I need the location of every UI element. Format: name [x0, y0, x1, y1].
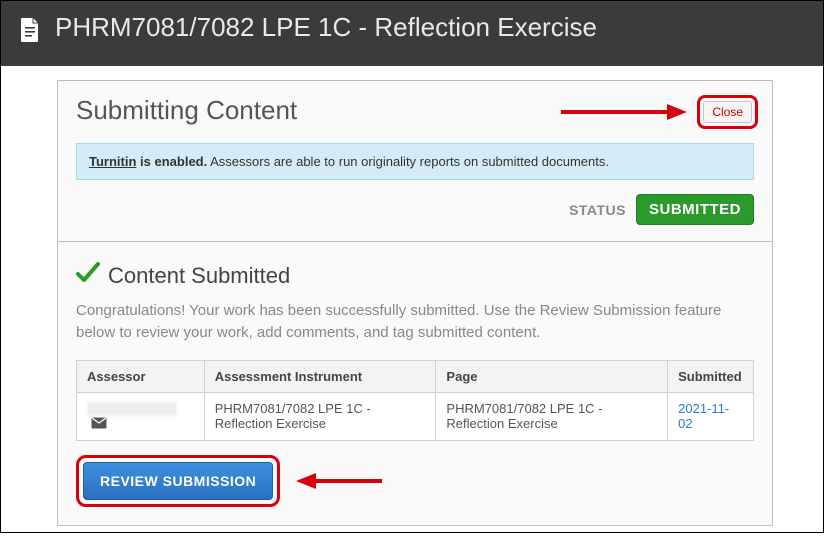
content-submitted-heading: Content Submitted: [76, 262, 754, 290]
table-header-row: Assessor Assessment Instrument Page Subm…: [77, 360, 754, 392]
review-button-highlight: REVIEW SUBMISSION: [76, 455, 280, 507]
submitting-content-panel: Submitting Content Close Turnitin is ena…: [57, 80, 773, 526]
cell-page: PHRM7081/7082 LPE 1C - Reflection Exerci…: [436, 392, 668, 441]
status-label: STATUS: [569, 202, 626, 218]
panel-header-row: Submitting Content Close: [58, 81, 772, 143]
col-page: Page: [436, 360, 668, 392]
review-row: REVIEW SUBMISSION: [76, 455, 754, 507]
col-assessor: Assessor: [77, 360, 205, 392]
table-row: PHRM7081/7082 LPE 1C - Reflection Exerci…: [77, 392, 754, 441]
body-area: Submitting Content Close Turnitin is ena…: [1, 66, 823, 532]
content-submitted-text: Content Submitted: [108, 263, 290, 289]
mail-icon[interactable]: [91, 417, 107, 432]
turnitin-rest-text: Assessors are able to run originality re…: [207, 154, 609, 169]
close-button[interactable]: Close: [703, 101, 752, 123]
status-badge: SUBMITTED: [636, 194, 754, 225]
annotation-arrow-close: [559, 99, 689, 125]
document-icon: [19, 17, 41, 48]
turnitin-link[interactable]: Turnitin: [89, 154, 136, 169]
status-row: STATUS SUBMITTED: [58, 194, 772, 241]
panel-heading: Submitting Content: [76, 95, 297, 126]
congratulations-text: Congratulations! Your work has been succ…: [76, 300, 754, 344]
col-submitted: Submitted: [668, 360, 754, 392]
turnitin-info-bar: Turnitin is enabled. Assessors are able …: [76, 143, 754, 180]
check-icon: [76, 262, 100, 290]
page-header: PHRM7081/7082 LPE 1C - Reflection Exerci…: [1, 1, 823, 66]
submitted-date-link[interactable]: 2021-11-02: [678, 401, 729, 431]
annotation-arrow-review: [294, 468, 384, 494]
turnitin-enabled-text: is enabled.: [136, 154, 207, 169]
content-submitted-section: Content Submitted Congratulations! Your …: [58, 242, 772, 525]
col-instrument: Assessment Instrument: [204, 360, 436, 392]
submission-table: Assessor Assessment Instrument Page Subm…: [76, 360, 754, 442]
cell-assessor: [77, 392, 205, 441]
close-button-highlight: Close: [697, 95, 758, 129]
assessor-name-redacted: [87, 402, 177, 416]
cell-submitted: 2021-11-02: [668, 392, 754, 441]
page-title: PHRM7081/7082 LPE 1C - Reflection Exerci…: [55, 11, 597, 45]
review-submission-button[interactable]: REVIEW SUBMISSION: [83, 462, 273, 500]
cell-instrument: PHRM7081/7082 LPE 1C - Reflection Exerci…: [204, 392, 436, 441]
